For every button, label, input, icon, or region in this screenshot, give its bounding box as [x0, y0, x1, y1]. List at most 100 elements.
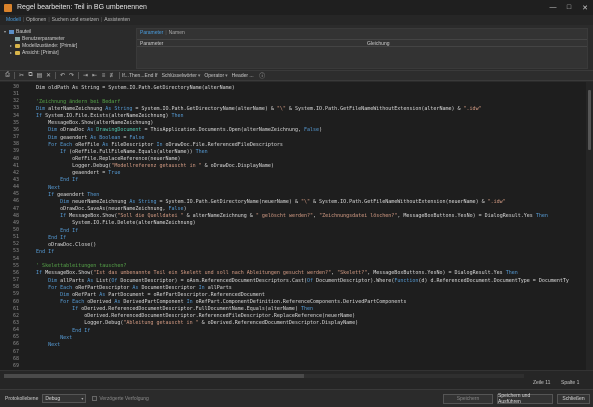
- uncomment-icon[interactable]: ≢: [108, 71, 117, 80]
- parameter-grid: Parameter | Namen Parameter Gleichung: [136, 28, 588, 69]
- save-and-run-button[interactable]: Speichern und Ausführen: [497, 393, 553, 405]
- log-level-label: Protokollebene: [5, 395, 39, 402]
- code-token: allParts: [57, 277, 88, 284]
- maximize-icon[interactable]: □: [561, 0, 577, 15]
- minimize-icon[interactable]: —: [545, 0, 561, 15]
- code-token: Then: [195, 148, 208, 155]
- line-number: 49: [12, 219, 19, 226]
- parameter-icon: [15, 36, 20, 41]
- line-number-gutter: 30 31 32 33 34 35 36 37 38 39 40 41 42 43 44 45 46 47 48 49…: [0, 82, 22, 370]
- code-token: DocumentDescriptor: [138, 284, 199, 291]
- code-token: Logger.Debug(: [24, 163, 112, 170]
- delayed-tracing-label: Verzögerte Verfolgung: [99, 395, 149, 402]
- code-token: & oDerived.ReferencedDocumentDescriptor.…: [198, 320, 359, 327]
- tree-item-benutzerparameter[interactable]: Benutzerparameter: [4, 35, 130, 42]
- model-panel: ▾ Bauteil Benutzerparameter ▸ Modellzust…: [0, 25, 593, 70]
- code-token: Then: [300, 306, 314, 313]
- tree-item-label: Benutzerparameter: [22, 35, 65, 42]
- code-token: As String: [105, 105, 133, 112]
- tab-modell[interactable]: Modell: [4, 17, 23, 23]
- code-token: "\": [276, 105, 286, 112]
- scrollbar-thumb[interactable]: [4, 374, 304, 378]
- tree-item-ansicht[interactable]: ▸ Ansicht: [Primär]: [4, 49, 130, 56]
- line-number: 58: [12, 284, 19, 291]
- if-then-menu[interactable]: If...Then...End If: [122, 73, 158, 79]
- code-token: True: [108, 170, 121, 177]
- chevron-down-icon: ▾: [81, 396, 84, 401]
- code-token: oRefPart: [69, 291, 100, 298]
- code-token: oDrawDoc.SaveAs(neuerNameZeichnung,: [24, 206, 169, 213]
- tree-item-modellzustaende[interactable]: ▸ Modellzustände: [Primär]: [4, 42, 130, 49]
- copy-icon[interactable]: ⧉: [26, 71, 35, 80]
- code-token: DrawingDocument: [96, 127, 142, 134]
- code-token: For Each: [48, 284, 73, 291]
- redo-icon[interactable]: ↷: [67, 71, 76, 80]
- code-token: = System.IO.Path.GetDirectoryName(neuerN…: [156, 198, 301, 205]
- column-header-parameter[interactable]: Parameter: [140, 41, 163, 47]
- code-token: geaendert =: [24, 170, 109, 177]
- cut-icon[interactable]: ✂: [17, 71, 26, 80]
- help-icon[interactable]: ⓘ: [258, 71, 267, 80]
- code-token: Then: [535, 213, 548, 220]
- undo-icon[interactable]: ↶: [58, 71, 67, 80]
- code-editor[interactable]: 30 31 32 33 34 35 36 37 38 39 40 41 42 43 44 45 46 47 48 49…: [0, 82, 593, 370]
- folder-icon: [15, 50, 20, 55]
- column-header-gleichung[interactable]: Gleichung: [367, 41, 390, 47]
- comment-icon[interactable]: ≡: [99, 71, 108, 80]
- code-token: geaendert: [54, 191, 88, 198]
- dropdown-arrow-icon: ▾: [197, 72, 201, 79]
- line-number: 39: [12, 148, 19, 155]
- code-token: Function: [394, 277, 419, 284]
- tab-namen[interactable]: Namen: [169, 30, 185, 36]
- code-token: End If: [60, 227, 79, 234]
- line-number: 50: [12, 227, 19, 233]
- line-number: 53: [12, 248, 19, 255]
- code-token: Next: [48, 341, 61, 348]
- header-menu[interactable]: Header ...: [232, 73, 254, 79]
- code-token: Dim: [48, 277, 58, 284]
- line-number: 62: [12, 312, 19, 319]
- delayed-tracing-checkbox[interactable]: [92, 396, 98, 401]
- log-level-select[interactable]: Debug ▾: [42, 394, 87, 403]
- code-token: False: [304, 127, 320, 134]
- outdent-icon[interactable]: ⇤: [90, 71, 99, 80]
- scrollbar-thumb[interactable]: [588, 90, 591, 150]
- close-icon[interactable]: ✕: [577, 0, 593, 15]
- line-number: 57: [12, 277, 19, 284]
- vertical-scrollbar[interactable]: [586, 82, 593, 370]
- indent-icon[interactable]: ⇥: [81, 71, 90, 80]
- code-line[interactable]: Dim oldPath As String = System.IO.Path.G…: [24, 84, 235, 92]
- code-token: 'Zeichnung ändern bei Bedarf: [24, 98, 121, 105]
- line-number: 46: [12, 198, 19, 205]
- print-icon[interactable]: ⎙: [3, 71, 12, 80]
- code-token: "Zeichnungsdatei löschen?": [319, 213, 398, 220]
- tab-optionen[interactable]: Optionen: [24, 17, 48, 23]
- keywords-menu[interactable]: Schlüsselwörter▾: [162, 73, 201, 79]
- close-button[interactable]: Schließen: [557, 394, 590, 404]
- line-number: 43: [12, 176, 19, 183]
- code-token: False: [168, 206, 184, 213]
- code-area[interactable]: Dim oldPath As String = System.IO.Path.G…: [24, 82, 584, 370]
- code-token: oDrawDoc.Close(): [24, 241, 97, 248]
- tab-suchen-ersetzen[interactable]: Suchen und ersetzen: [50, 17, 101, 23]
- code-token: System.IO.File.Exists(alterNameZeichnung…: [42, 113, 172, 120]
- paste-icon[interactable]: ▤: [35, 71, 44, 80]
- tab-parameter[interactable]: Parameter: [140, 30, 163, 36]
- delete-icon[interactable]: ✕: [44, 71, 53, 80]
- code-token: List(: [93, 277, 112, 284]
- tab-assistenten[interactable]: Assistenten: [102, 17, 132, 23]
- operator-menu[interactable]: Operator▾: [204, 73, 227, 79]
- save-button[interactable]: Speichern: [443, 394, 493, 404]
- tree-item-root[interactable]: ▾ Bauteil: [4, 28, 130, 35]
- code-token: (d) d.ReferencedDocument.DocumentType = …: [418, 277, 569, 284]
- code-line[interactable]: Next: [24, 341, 60, 349]
- code-line[interactable]: End If: [24, 248, 54, 256]
- horizontal-scrollbar[interactable]: [4, 374, 524, 378]
